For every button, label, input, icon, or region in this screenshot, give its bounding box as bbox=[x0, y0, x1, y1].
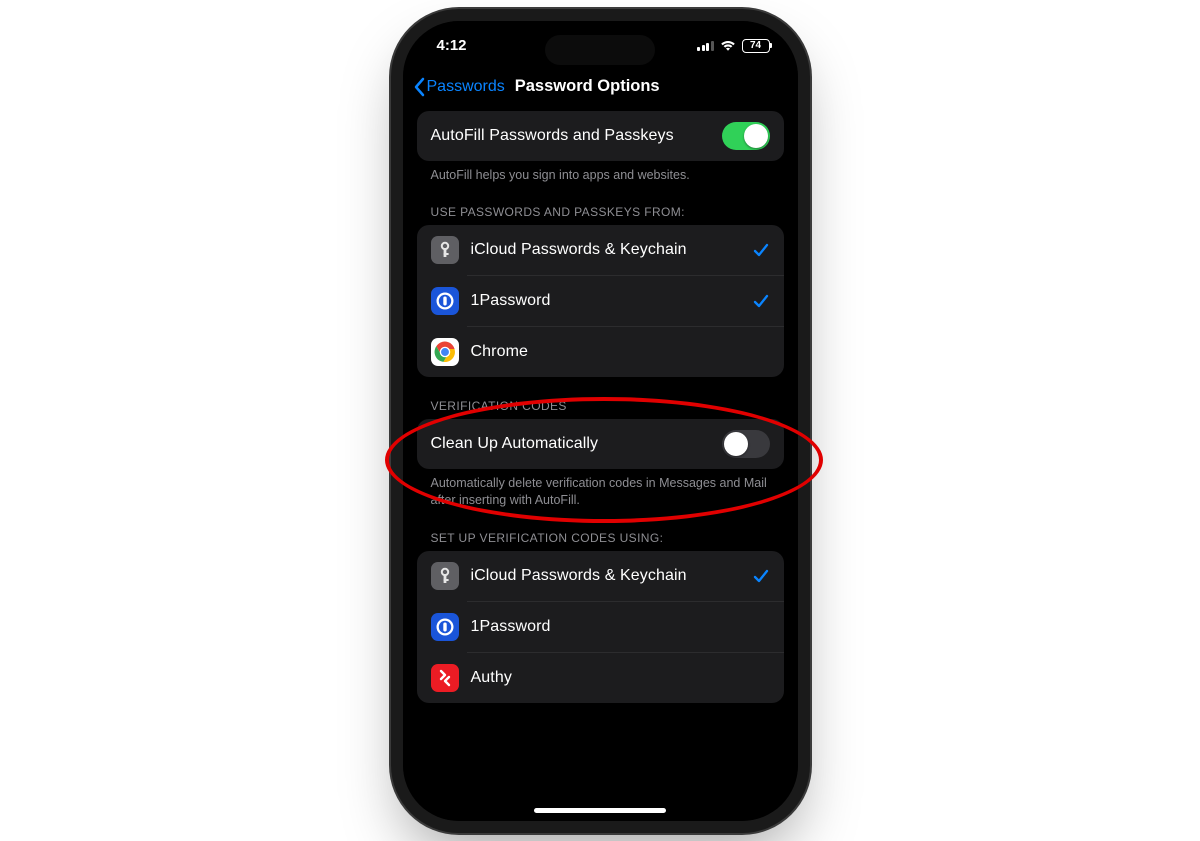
keychain-icon bbox=[431, 562, 459, 590]
setup-row-1password[interactable]: 1Password bbox=[417, 602, 784, 652]
page-title: Password Options bbox=[515, 77, 660, 96]
setup-label: Authy bbox=[471, 669, 770, 687]
cleanup-toggle[interactable] bbox=[722, 430, 770, 458]
source-row-keychain[interactable]: iCloud Passwords & Keychain bbox=[417, 225, 784, 275]
setup-header: SET UP VERIFICATION CODES USING: bbox=[417, 509, 784, 551]
chevron-left-icon bbox=[413, 77, 425, 97]
autofill-card: AutoFill Passwords and Passkeys bbox=[417, 111, 784, 161]
sources-card: iCloud Passwords & Keychain 1Password bbox=[417, 225, 784, 377]
nav-bar: Passwords Password Options bbox=[403, 71, 798, 107]
battery-indicator: 74 bbox=[742, 39, 770, 53]
source-row-chrome[interactable]: Chrome bbox=[417, 327, 784, 377]
home-indicator[interactable] bbox=[534, 808, 666, 813]
source-label: 1Password bbox=[471, 292, 740, 310]
autofill-toggle[interactable] bbox=[722, 122, 770, 150]
cleanup-label: Clean Up Automatically bbox=[431, 435, 710, 453]
source-label: Chrome bbox=[471, 343, 770, 361]
wifi-icon bbox=[720, 40, 736, 52]
keychain-icon bbox=[431, 236, 459, 264]
authy-icon bbox=[431, 664, 459, 692]
cellular-icon bbox=[697, 40, 714, 51]
back-label: Passwords bbox=[427, 78, 505, 96]
chrome-icon bbox=[431, 338, 459, 366]
onepassword-icon bbox=[431, 287, 459, 315]
check-icon bbox=[752, 567, 770, 585]
autofill-footer: AutoFill helps you sign into apps and we… bbox=[417, 161, 784, 184]
verification-header: VERIFICATION CODES bbox=[417, 377, 784, 419]
cleanup-card: Clean Up Automatically bbox=[417, 419, 784, 469]
status-clock: 4:12 bbox=[437, 37, 467, 54]
setup-label: iCloud Passwords & Keychain bbox=[471, 567, 740, 585]
source-label: iCloud Passwords & Keychain bbox=[471, 241, 740, 259]
source-row-1password[interactable]: 1Password bbox=[417, 276, 784, 326]
cleanup-footer: Automatically delete verification codes … bbox=[417, 469, 784, 509]
setup-label: 1Password bbox=[471, 618, 770, 636]
check-icon bbox=[752, 241, 770, 259]
sources-header: USE PASSWORDS AND PASSKEYS FROM: bbox=[417, 183, 784, 225]
setup-row-keychain[interactable]: iCloud Passwords & Keychain bbox=[417, 551, 784, 601]
setup-row-authy[interactable]: Authy bbox=[417, 653, 784, 703]
autofill-toggle-row[interactable]: AutoFill Passwords and Passkeys bbox=[417, 111, 784, 161]
phone-frame: 4:12 74 Passwords Password Option bbox=[403, 21, 798, 821]
back-button[interactable]: Passwords bbox=[413, 77, 505, 97]
cleanup-toggle-row[interactable]: Clean Up Automatically bbox=[417, 419, 784, 469]
setup-card: iCloud Passwords & Keychain 1Password bbox=[417, 551, 784, 703]
onepassword-icon bbox=[431, 613, 459, 641]
check-icon bbox=[752, 292, 770, 310]
dynamic-island bbox=[545, 35, 655, 65]
autofill-label: AutoFill Passwords and Passkeys bbox=[431, 127, 710, 145]
